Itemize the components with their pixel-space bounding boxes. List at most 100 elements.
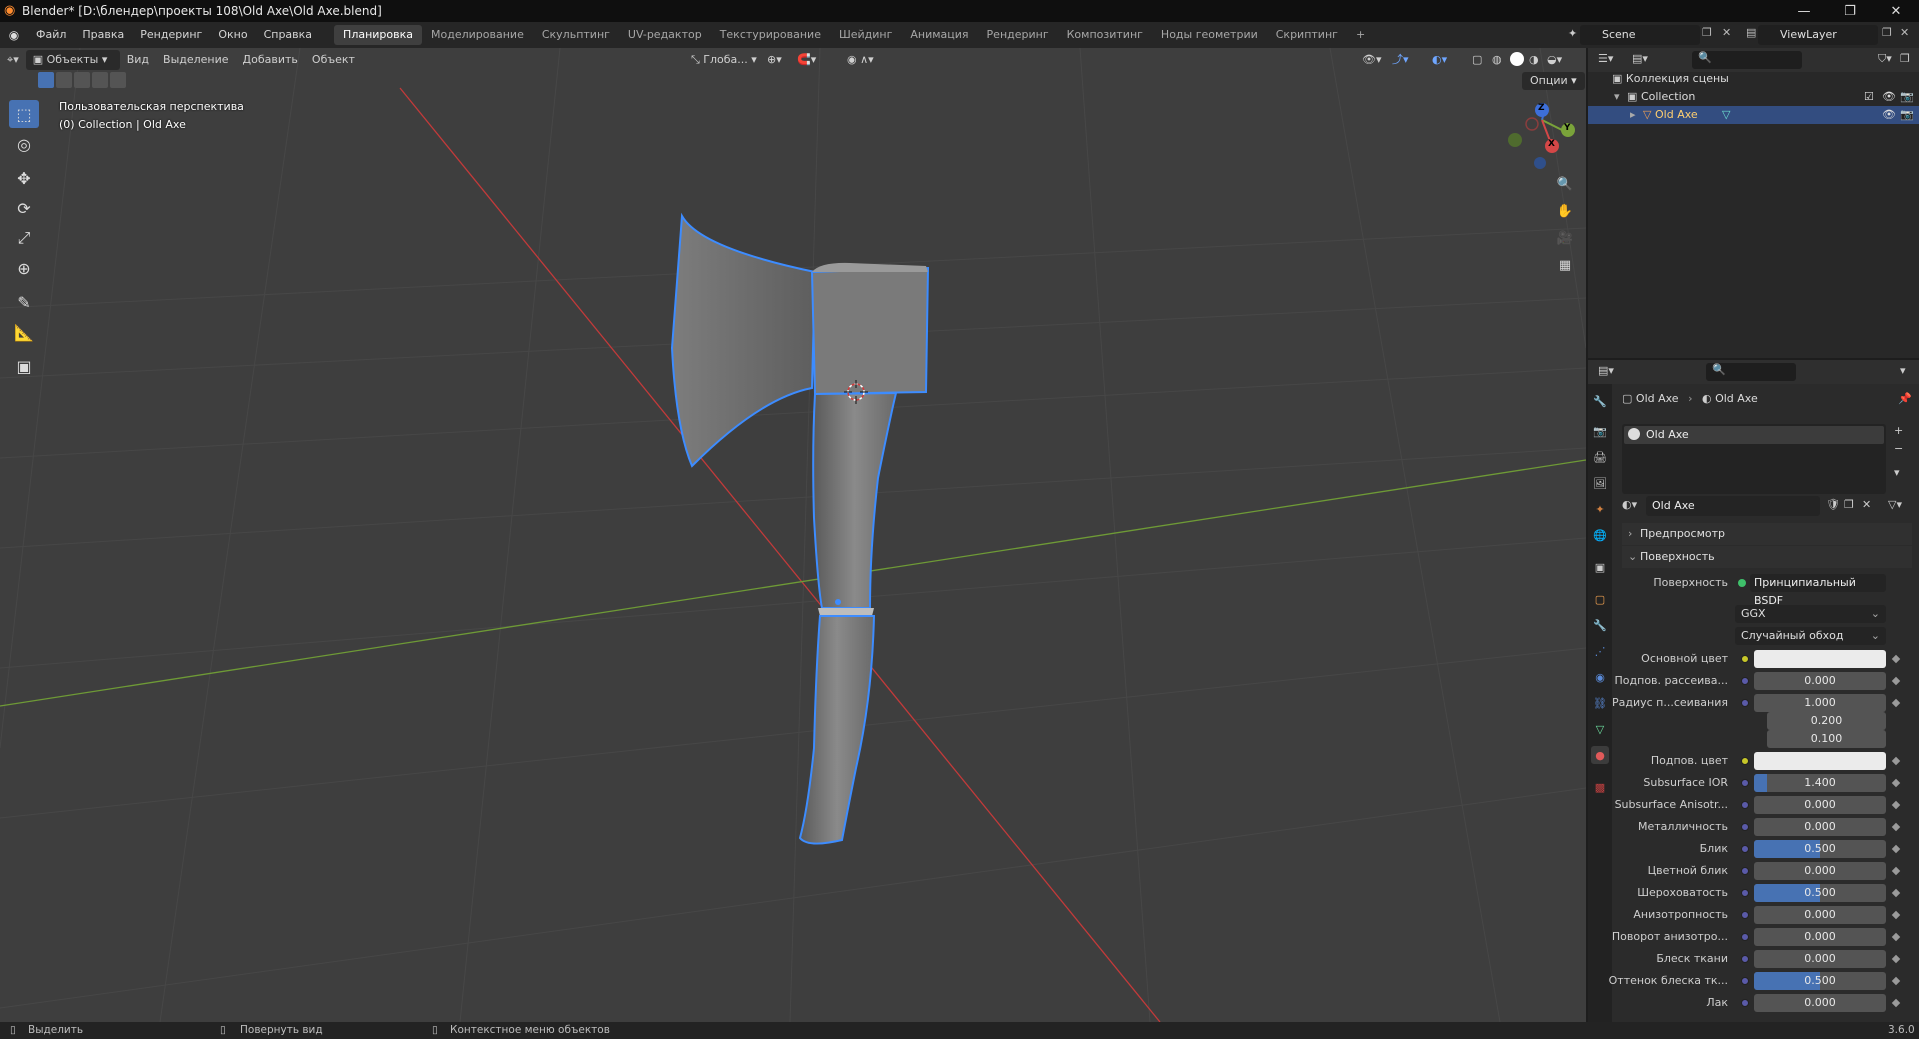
scale-tool-icon[interactable]: ⤢ [9, 224, 39, 252]
axe-model[interactable] [670, 212, 930, 845]
menu-edit[interactable]: Правка [74, 24, 132, 46]
property-value-field[interactable]: 0.500 [1754, 884, 1886, 902]
tab-uv-editing[interactable]: UV-редактор [619, 25, 711, 45]
output-tab-icon[interactable]: 🖨 [1591, 448, 1609, 466]
mode-dropdown[interactable]: ▣ Объекты ▾ [25, 50, 120, 70]
unlink-material-icon[interactable]: ✕ [1862, 498, 1871, 511]
scene-selector[interactable]: Scene [1580, 25, 1700, 45]
material-slot-item[interactable]: Old Axe [1624, 426, 1884, 444]
proportional-edit-icon[interactable]: ◉ ∧▾ [840, 50, 881, 70]
socket-link-icon[interactable] [1741, 933, 1749, 941]
select-box-tool-icon[interactable]: ⬚ [9, 100, 39, 128]
visibility-icon[interactable]: 👁▾ [1355, 50, 1389, 70]
delete-view-layer-icon[interactable]: ✕ [1900, 26, 1909, 39]
tab-modeling[interactable]: Моделирование [422, 25, 533, 45]
editor-type-icon[interactable]: ⌖▾ [0, 50, 26, 70]
options-dropdown[interactable]: Опции ▾ [1522, 72, 1585, 90]
move-tool-icon[interactable]: ✥ [9, 164, 39, 192]
slot-specials-icon[interactable]: ▾ [1894, 466, 1900, 479]
blender-menu-icon[interactable]: ◉ [0, 28, 28, 42]
new-view-layer-icon[interactable]: ❐ [1882, 26, 1892, 39]
exclude-checkbox[interactable]: ☑ [1864, 88, 1874, 106]
expand-arrow-icon[interactable]: ▸ [1630, 108, 1636, 121]
color-swatch[interactable] [1754, 752, 1886, 770]
socket-link-icon[interactable] [1741, 999, 1749, 1007]
surface-panel-header[interactable]: ⌄ Поверхность [1622, 546, 1912, 568]
close-button[interactable]: ✕ [1873, 0, 1919, 22]
distribution-dropdown[interactable]: GGX ⌄ [1735, 605, 1886, 623]
subsurface-method-dropdown[interactable]: Случайный обход ⌄ [1735, 627, 1886, 645]
minimize-button[interactable]: — [1781, 0, 1827, 22]
property-value-field[interactable]: 0.000 [1754, 796, 1886, 814]
view-layer-tab-icon[interactable]: 🖼 [1591, 474, 1609, 492]
select-invert-icon[interactable] [92, 72, 108, 88]
filter-icon[interactable]: ⛉▾ [1878, 52, 1892, 66]
socket-link-icon[interactable] [1741, 801, 1749, 809]
socket-link-icon[interactable] [1741, 823, 1749, 831]
tab-animation[interactable]: Анимация [901, 25, 977, 45]
tab-texture-paint[interactable]: Текстурирование [711, 25, 830, 45]
property-value-field[interactable]: 0.200 [1767, 712, 1886, 730]
duplicate-material-icon[interactable]: ❐ [1844, 498, 1854, 511]
visibility-eye-icon[interactable]: 👁 [1882, 88, 1896, 106]
socket-link-icon[interactable] [1741, 977, 1749, 985]
tool-tab-icon[interactable]: 🔧 [1591, 392, 1609, 410]
tab-rendering[interactable]: Рендеринг [978, 25, 1058, 45]
camera-view-icon[interactable]: 🎥 [1553, 226, 1577, 250]
menu-select[interactable]: Выделение [156, 50, 236, 70]
select-subtract-icon[interactable] [74, 72, 90, 88]
socket-link-icon[interactable] [1741, 911, 1749, 919]
property-value-field[interactable]: 1.400 [1754, 774, 1886, 792]
snap-icon[interactable]: 🧲▾ [790, 50, 823, 70]
link-type-icon[interactable]: ▽▾ [1888, 498, 1902, 511]
add-cube-tool-icon[interactable]: ▣ [9, 352, 39, 380]
rotate-tool-icon[interactable]: ⟳ [9, 194, 39, 222]
preview-panel-header[interactable]: › Предпросмотр [1622, 523, 1912, 545]
cursor-tool-icon[interactable]: ◎ [9, 130, 39, 158]
select-extend-icon[interactable] [56, 72, 72, 88]
delete-scene-icon[interactable]: ✕ [1722, 26, 1731, 39]
menu-render[interactable]: Рендеринг [132, 24, 210, 46]
new-scene-icon[interactable]: ❐ [1702, 26, 1712, 39]
add-workspace-button[interactable]: + [1347, 25, 1374, 45]
maximize-button[interactable]: ❐ [1827, 0, 1873, 22]
gizmo-toggle-icon[interactable]: ⤴▾ [1385, 50, 1416, 70]
transform-orientation-dropdown[interactable]: ⤡ Глоба... ▾ [684, 50, 764, 70]
properties-options-icon[interactable]: ▾ [1900, 364, 1906, 377]
render-camera-icon[interactable]: 📷 [1900, 106, 1914, 124]
display-mode-icon[interactable]: ▤▾ [1632, 52, 1648, 65]
socket-link-icon[interactable] [1741, 677, 1749, 685]
outliner-editor-icon[interactable]: ☰▾ [1598, 52, 1613, 65]
select-new-icon[interactable] [38, 72, 54, 88]
property-value-field[interactable]: 0.000 [1754, 672, 1886, 690]
material-name-field[interactable]: Old Axe [1646, 496, 1820, 516]
render-tab-icon[interactable]: 📷 [1591, 422, 1609, 440]
outliner-scene-collection[interactable]: ▣ Коллекция сцены [1588, 70, 1919, 88]
socket-link-icon[interactable] [1741, 779, 1749, 787]
annotate-tool-icon[interactable]: ✎ [9, 288, 39, 316]
menu-window[interactable]: Окно [210, 24, 255, 46]
property-value-field[interactable]: 0.000 [1754, 994, 1886, 1012]
property-value-field[interactable]: 0.500 [1754, 840, 1886, 858]
menu-view[interactable]: Вид [120, 50, 156, 70]
tab-geometry-nodes[interactable]: Ноды геометрии [1152, 25, 1267, 45]
menu-help[interactable]: Справка [256, 24, 320, 46]
outliner-search-input[interactable]: 🔍 [1692, 51, 1802, 69]
pivot-point-icon[interactable]: ⊕▾ [760, 50, 789, 70]
scene-tab-icon[interactable]: ✦ [1591, 500, 1609, 518]
render-camera-icon[interactable]: 📷 [1900, 88, 1914, 106]
tab-scripting[interactable]: Скриптинг [1267, 25, 1347, 45]
remove-slot-button[interactable]: − [1894, 442, 1903, 455]
world-tab-icon[interactable]: 🌐 [1591, 526, 1609, 544]
add-slot-button[interactable]: + [1894, 424, 1903, 437]
view-layer-selector[interactable]: ViewLayer [1758, 25, 1878, 45]
property-value-field[interactable]: 0.500 [1754, 972, 1886, 990]
outliner-collection[interactable]: ▾ ▣ Collection ☑ 👁 📷 [1588, 88, 1919, 106]
menu-add[interactable]: Добавить [236, 50, 305, 70]
properties-search-input[interactable]: 🔍 [1706, 363, 1796, 381]
property-value-field[interactable]: 0.000 [1754, 906, 1886, 924]
socket-link-icon[interactable] [1741, 655, 1749, 663]
menu-file[interactable]: Файл [28, 24, 74, 46]
socket-link-icon[interactable] [1741, 845, 1749, 853]
transform-tool-icon[interactable]: ⊕ [9, 254, 39, 282]
